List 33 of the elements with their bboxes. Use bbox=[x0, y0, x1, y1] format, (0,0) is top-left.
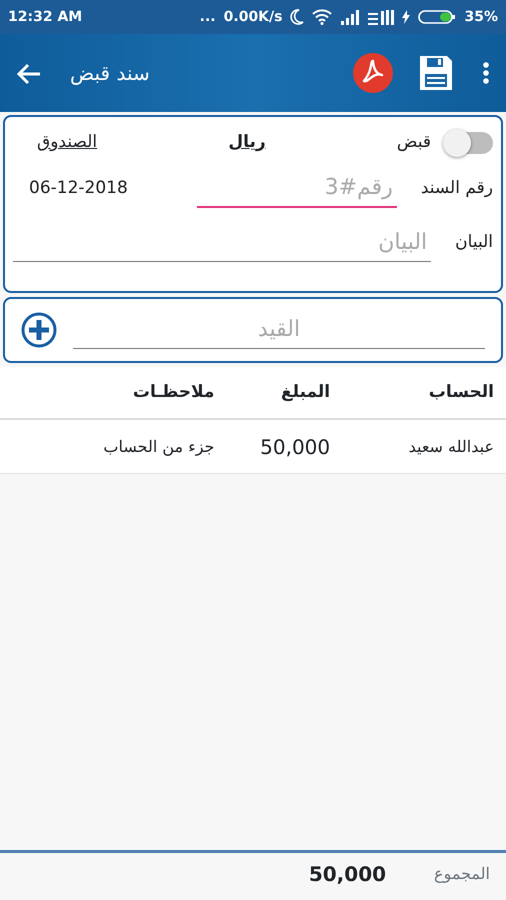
total-value: 50,000 bbox=[308, 861, 386, 888]
back-arrow-icon[interactable] bbox=[16, 62, 42, 85]
table-cell: عبدالله سعيد bbox=[408, 436, 494, 456]
moon-icon bbox=[290, 9, 304, 25]
date-text: 06-12-2018 bbox=[29, 176, 128, 200]
voucher-number-label: رقم السند bbox=[420, 176, 493, 200]
description-field[interactable]: البيان bbox=[13, 224, 432, 262]
cashbox-link[interactable]: الصندوق bbox=[37, 130, 98, 156]
save-button[interactable] bbox=[418, 54, 454, 92]
description-label: البيان bbox=[455, 231, 493, 254]
network-speed: 0.00K/s bbox=[224, 8, 282, 26]
wifi-icon bbox=[312, 9, 332, 25]
pdf-button[interactable] bbox=[352, 52, 394, 94]
table-cell: جزء من الحساب bbox=[103, 436, 214, 456]
column-header: الحساب bbox=[428, 382, 494, 402]
switch-label: قبض bbox=[396, 131, 431, 154]
table-cell: 50,000 bbox=[260, 434, 330, 458]
more-vertical-icon[interactable] bbox=[482, 61, 490, 86]
status-time: 12:32 AM bbox=[8, 8, 82, 26]
charging-icon bbox=[402, 10, 410, 24]
notification-dots: ... bbox=[200, 8, 216, 26]
battery-percent: 35% bbox=[464, 8, 498, 26]
column-header: المبلغ bbox=[281, 382, 330, 402]
column-header: ملاحظـات bbox=[132, 382, 214, 402]
signal-icon bbox=[340, 10, 360, 24]
currency-link[interactable]: ريال bbox=[228, 130, 266, 156]
entry-field[interactable]: القيد bbox=[3, 297, 503, 363]
battery-icon bbox=[418, 9, 456, 25]
screen-title: سند قبض bbox=[70, 60, 150, 87]
voucher-number-field[interactable]: رقم#3 bbox=[196, 169, 397, 208]
total-label: المجموع bbox=[434, 863, 490, 885]
signal-icon bbox=[368, 10, 394, 24]
add-button[interactable] bbox=[21, 312, 57, 348]
